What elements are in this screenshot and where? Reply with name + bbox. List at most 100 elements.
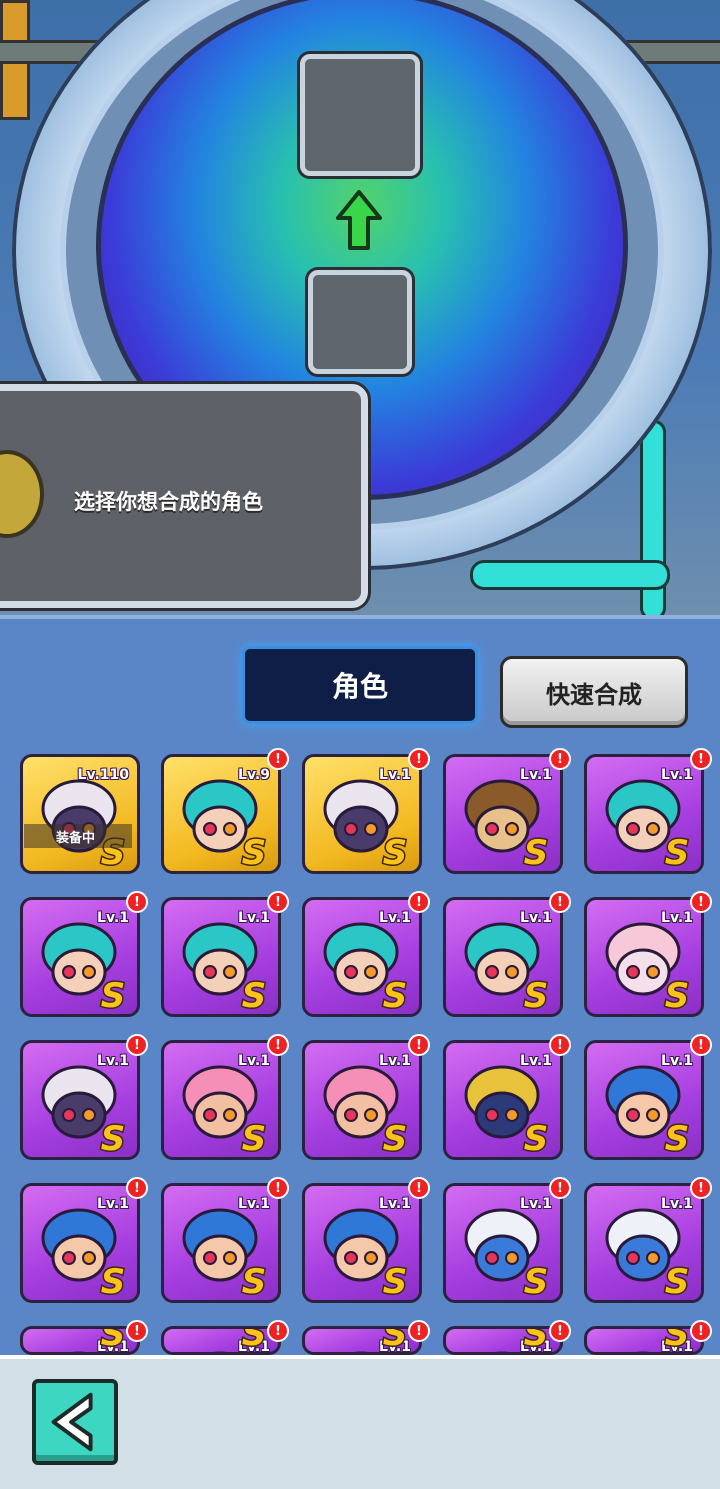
exclamation-icon: ! bbox=[408, 748, 430, 770]
level-label: Lv.1 bbox=[520, 767, 552, 783]
background-pipe bbox=[470, 560, 670, 590]
prompt-text: 选择你想合成的角色 bbox=[74, 490, 263, 514]
svg-text:S: S bbox=[101, 976, 126, 1012]
svg-text:S: S bbox=[524, 833, 549, 869]
level-label: Lv.1 bbox=[238, 1053, 270, 1069]
svg-text:S: S bbox=[524, 1262, 549, 1298]
character-card[interactable]: Lv.1 S bbox=[584, 1040, 704, 1160]
merge-material-slot[interactable] bbox=[308, 270, 412, 374]
character-card[interactable]: Lv.110 S bbox=[20, 754, 140, 874]
character-card[interactable]: Lv.1 S bbox=[302, 1183, 422, 1303]
level-label: Lv.1 bbox=[238, 910, 270, 926]
svg-text:S: S bbox=[524, 1119, 549, 1155]
s-grade-icon: S bbox=[663, 1262, 691, 1298]
s-grade-icon: S bbox=[381, 1119, 409, 1155]
character-card[interactable]: Lv.1 S bbox=[302, 1326, 422, 1355]
s-grade-icon: S bbox=[522, 833, 550, 869]
character-card[interactable]: Lv.1 S bbox=[443, 897, 563, 1017]
level-label: Lv.1 bbox=[661, 910, 693, 926]
level-label: Lv.1 bbox=[520, 1196, 552, 1212]
character-card[interactable]: Lv.1 S bbox=[20, 1326, 140, 1355]
s-grade-icon: S bbox=[381, 976, 409, 1012]
level-label: Lv.1 bbox=[520, 910, 552, 926]
character-card[interactable]: Lv.1 S bbox=[584, 1326, 704, 1355]
back-arrow-icon bbox=[51, 1392, 93, 1452]
s-grade-icon: S bbox=[663, 976, 691, 1012]
s-grade-icon: S bbox=[240, 976, 268, 1012]
character-card[interactable]: Lv.1 S bbox=[443, 1326, 563, 1355]
level-label: Lv.1 bbox=[661, 1196, 693, 1212]
character-card[interactable]: Lv.1 S bbox=[20, 1040, 140, 1160]
level-label: Lv.1 bbox=[379, 1053, 411, 1069]
character-card[interactable]: Lv.1 S bbox=[584, 897, 704, 1017]
svg-text:S: S bbox=[383, 976, 408, 1012]
exclamation-icon: ! bbox=[690, 1034, 712, 1056]
s-grade-icon: S bbox=[522, 1119, 550, 1155]
character-card[interactable]: Lv.1 S bbox=[161, 1183, 281, 1303]
svg-text:S: S bbox=[383, 1326, 408, 1350]
s-grade-icon: S bbox=[240, 1262, 268, 1298]
exclamation-icon: ! bbox=[267, 1034, 289, 1056]
svg-text:S: S bbox=[242, 1262, 267, 1298]
s-grade-icon: S bbox=[522, 1262, 550, 1298]
s-grade-icon: S bbox=[99, 1262, 127, 1298]
character-card[interactable]: Lv.1 S bbox=[161, 897, 281, 1017]
s-grade-icon: S bbox=[99, 976, 127, 1012]
up-arrow-icon bbox=[336, 190, 382, 250]
back-button[interactable] bbox=[32, 1379, 118, 1465]
exclamation-icon: ! bbox=[408, 1177, 430, 1199]
svg-text:S: S bbox=[242, 833, 267, 869]
s-grade-icon: S bbox=[240, 833, 268, 869]
svg-text:S: S bbox=[665, 1326, 690, 1350]
character-card[interactable]: Lv.1 S bbox=[443, 754, 563, 874]
character-card[interactable]: Lv.1 S bbox=[443, 1040, 563, 1160]
level-label: Lv.1 bbox=[97, 1053, 129, 1069]
svg-text:S: S bbox=[242, 1119, 267, 1155]
svg-text:S: S bbox=[665, 976, 690, 1012]
svg-text:S: S bbox=[383, 833, 408, 869]
svg-text:S: S bbox=[101, 1262, 126, 1298]
character-card[interactable]: Lv.1 S bbox=[20, 897, 140, 1017]
exclamation-icon: ! bbox=[549, 1320, 571, 1342]
exclamation-icon: ! bbox=[690, 1177, 712, 1199]
exclamation-icon: ! bbox=[126, 1034, 148, 1056]
character-card[interactable]: Lv.1 S bbox=[302, 1040, 422, 1160]
level-label: Lv.1 bbox=[661, 1053, 693, 1069]
character-card[interactable]: Lv.1 S bbox=[302, 897, 422, 1017]
exclamation-icon: ! bbox=[690, 891, 712, 913]
exclamation-icon: ! bbox=[549, 1034, 571, 1056]
exclamation-icon: ! bbox=[408, 891, 430, 913]
exclamation-icon: ! bbox=[549, 891, 571, 913]
character-card[interactable]: Lv.1 S bbox=[584, 754, 704, 874]
exclamation-icon: ! bbox=[126, 1320, 148, 1342]
svg-text:S: S bbox=[665, 1262, 690, 1298]
tab-characters[interactable]: 角色 bbox=[242, 646, 478, 724]
level-label: Lv.1 bbox=[97, 1196, 129, 1212]
exclamation-icon: ! bbox=[690, 1320, 712, 1342]
merge-result-slot[interactable] bbox=[300, 54, 420, 176]
quick-merge-button[interactable]: 快速合成 bbox=[500, 656, 688, 728]
s-grade-icon: S bbox=[663, 1119, 691, 1155]
s-grade-icon: S bbox=[663, 833, 691, 869]
svg-text:S: S bbox=[665, 1119, 690, 1155]
s-grade-icon: S bbox=[99, 1119, 127, 1155]
character-card[interactable]: Lv.1 S bbox=[161, 1326, 281, 1355]
character-card[interactable]: Lv.1 S bbox=[584, 1183, 704, 1303]
level-label: Lv.110 bbox=[77, 767, 129, 783]
svg-text:S: S bbox=[242, 1326, 267, 1350]
exclamation-icon: ! bbox=[690, 748, 712, 770]
character-card[interactable]: Lv.1 S bbox=[20, 1183, 140, 1303]
level-label: Lv.9 bbox=[238, 767, 270, 783]
exclamation-icon: ! bbox=[126, 1177, 148, 1199]
s-grade-icon: S bbox=[522, 976, 550, 1012]
exclamation-icon: ! bbox=[267, 1177, 289, 1199]
level-label: Lv.1 bbox=[97, 910, 129, 926]
svg-text:S: S bbox=[242, 976, 267, 1012]
level-label: Lv.1 bbox=[379, 1196, 411, 1212]
character-card[interactable]: Lv.1 S bbox=[443, 1183, 563, 1303]
level-label: Lv.1 bbox=[520, 1053, 552, 1069]
character-card[interactable]: Lv.1 S bbox=[302, 754, 422, 874]
character-card[interactable]: Lv.1 S bbox=[161, 1040, 281, 1160]
svg-text:S: S bbox=[101, 1326, 126, 1350]
character-card[interactable]: Lv.9 S bbox=[161, 754, 281, 874]
